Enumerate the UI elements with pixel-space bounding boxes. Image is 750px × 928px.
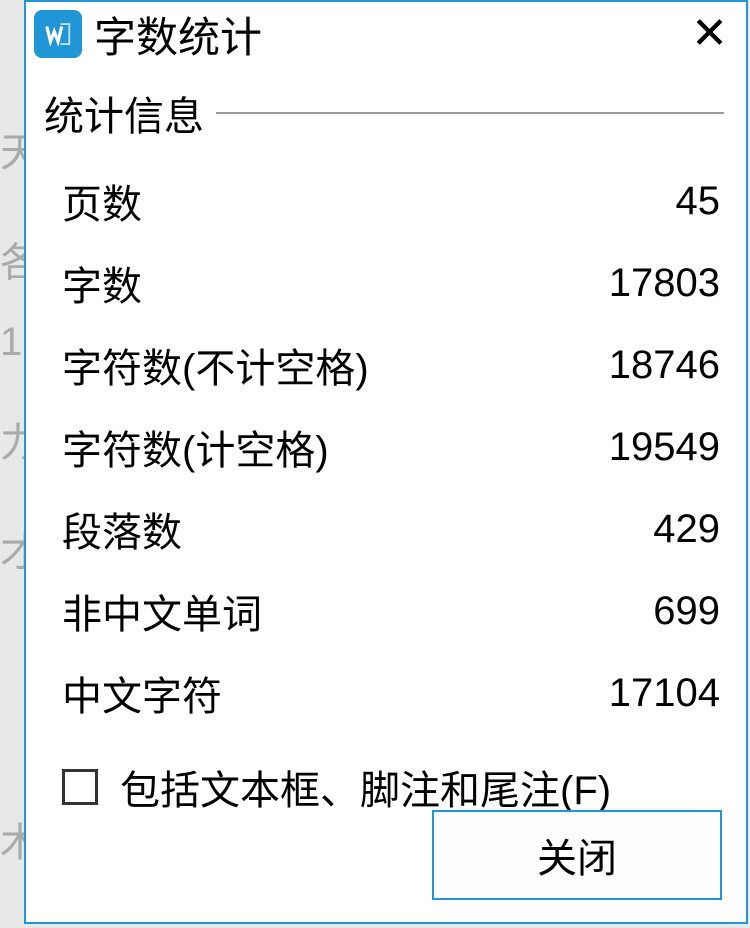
stat-value: 699	[653, 589, 720, 634]
divider-line	[216, 112, 724, 114]
stat-label: 中文字符	[62, 664, 609, 722]
dialog-footer: 关闭	[432, 810, 722, 900]
stat-label: 非中文单词	[62, 582, 653, 640]
stat-label: 段落数	[62, 500, 653, 558]
include-footnotes-row: 包括文本框、脚注和尾注(F)	[44, 734, 724, 816]
stat-row-paragraphs: 段落数 429	[44, 488, 724, 570]
stat-label: 页数	[62, 172, 676, 230]
stat-row-noncn-words: 非中文单词 699	[44, 570, 724, 652]
stat-label: 字符数(不计空格)	[62, 336, 609, 394]
stat-label: 字数	[62, 254, 609, 312]
close-icon[interactable]: ✕	[683, 12, 736, 56]
stat-row-chars-space: 字符数(计空格) 19549	[44, 406, 724, 488]
stat-row-words: 字数 17803	[44, 242, 724, 324]
stat-row-cn-chars: 中文字符 17104	[44, 652, 724, 734]
dialog-content: 统计信息 页数 45 字数 17803 字符数(不计空格) 18746 字符数(…	[26, 66, 746, 816]
stat-row-chars-nospace: 字符数(不计空格) 18746	[44, 324, 724, 406]
stat-label: 字符数(计空格)	[62, 418, 609, 476]
stat-value: 19549	[609, 425, 720, 470]
stat-value: 429	[653, 507, 720, 552]
section-title: 统计信息	[44, 84, 204, 142]
stat-value: 45	[676, 179, 721, 224]
close-button[interactable]: 关闭	[432, 810, 722, 900]
dialog-title: 字数统计	[94, 4, 683, 65]
stat-value: 18746	[609, 343, 720, 388]
word-count-dialog: 字数统计 ✕ 统计信息 页数 45 字数 17803 字符数(不计空格) 187…	[24, 0, 748, 924]
section-header: 统计信息	[44, 84, 724, 142]
checkbox-label: 包括文本框、脚注和尾注(F)	[120, 758, 611, 816]
stat-row-pages: 页数 45	[44, 160, 724, 242]
app-icon	[34, 10, 82, 58]
titlebar: 字数统计 ✕	[26, 2, 746, 66]
include-footnotes-checkbox[interactable]	[62, 769, 98, 805]
stat-value: 17104	[609, 671, 720, 716]
stat-value: 17803	[609, 261, 720, 306]
